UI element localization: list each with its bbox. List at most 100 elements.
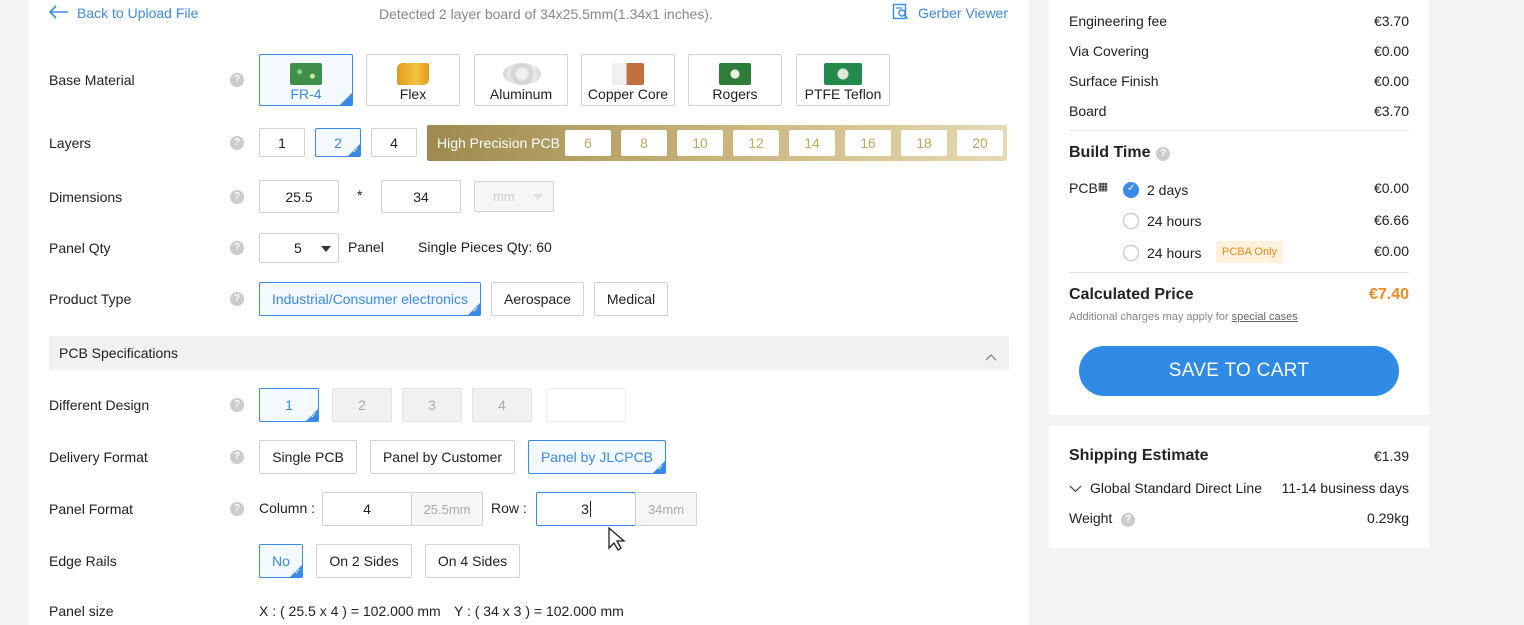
back-link[interactable]: Back to Upload File <box>48 4 199 22</box>
shipping-days: 11-14 business days <box>1281 480 1409 496</box>
material-ptfe-teflon[interactable]: PTFE Teflon <box>796 54 890 106</box>
option-label: Panel by JLCPCB <box>540 449 654 465</box>
build-option-price: €0.00 <box>1373 180 1409 196</box>
shipping-value: €1.39 <box>1373 448 1409 464</box>
material-label: PTFE Teflon <box>804 86 882 102</box>
calculated-price-value: €7.40 <box>1368 286 1409 303</box>
help-icon[interactable]: ? <box>230 241 244 255</box>
delivery-single-pcb[interactable]: Single PCB <box>259 440 357 474</box>
panel-unit-label: Panel <box>348 239 384 255</box>
special-cases-link[interactable]: special cases <box>1232 311 1298 323</box>
material-copper-core[interactable]: Copper Core <box>581 54 675 106</box>
hp-layer-12[interactable]: 12 <box>733 130 779 156</box>
unit-select[interactable]: mm <box>474 181 554 212</box>
check-icon: ✓ <box>657 463 664 472</box>
design-custom-input[interactable] <box>546 388 626 422</box>
hp-layer-10[interactable]: 10 <box>677 130 723 156</box>
design-option-1[interactable]: 1 ✓ <box>259 388 319 422</box>
product-type-aerospace[interactable]: Aerospace <box>491 282 584 316</box>
column-label: Column : <box>259 500 316 516</box>
help-icon[interactable]: ? <box>230 502 244 516</box>
check-icon: ✓ <box>352 146 359 155</box>
chevron-up-icon[interactable] <box>985 348 997 364</box>
design-option-2[interactable]: 2 <box>332 388 392 422</box>
help-icon[interactable]: ? <box>1121 513 1135 527</box>
delivery-panel-by-jlcpcb[interactable]: Panel by JLCPCB ✓ <box>528 440 666 474</box>
hp-layer-20[interactable]: 20 <box>957 130 1003 156</box>
layer-option-1[interactable]: 1 <box>259 128 305 157</box>
hp-layer-14[interactable]: 14 <box>789 130 835 156</box>
dimension-separator: * <box>357 187 363 203</box>
height-input[interactable]: 34 <box>381 180 461 213</box>
option-label: 1 <box>285 397 293 413</box>
hp-layer-18[interactable]: 18 <box>901 130 947 156</box>
material-fr4[interactable]: FR-4 <box>259 54 353 106</box>
help-icon[interactable]: ? <box>1156 147 1170 161</box>
gerber-viewer-link[interactable]: Gerber Viewer <box>892 3 1008 22</box>
hp-layer-16[interactable]: 16 <box>845 130 891 156</box>
product-type-medical[interactable]: Medical <box>594 282 668 316</box>
shipping-method: Global Standard Direct Line <box>1090 480 1262 496</box>
pcb-specs-header[interactable]: PCB Specifications <box>49 336 1009 370</box>
material-label: Rogers <box>712 86 758 102</box>
help-icon[interactable]: ? <box>230 292 244 306</box>
design-option-4[interactable]: 4 <box>472 388 532 422</box>
price-row-label: Board <box>1069 103 1107 119</box>
help-icon[interactable]: ? <box>230 190 244 204</box>
mouse-cursor-icon <box>606 526 628 555</box>
quote-form: Back to Upload File Detected 2 layer boa… <box>29 0 1029 625</box>
material-rogers[interactable]: Rogers <box>688 54 782 106</box>
edge-rails-4-sides[interactable]: On 4 Sides <box>425 544 520 578</box>
weight-value: 0.29kg <box>1366 510 1409 526</box>
divider <box>1069 130 1409 131</box>
fr4-board-icon <box>290 63 322 85</box>
layer-option-4[interactable]: 4 <box>371 128 417 157</box>
column-input[interactable]: 4 <box>322 492 412 526</box>
build-option-radio[interactable] <box>1123 182 1139 198</box>
panel-qty-value: 5 <box>294 240 302 256</box>
price-row: Engineering fee €3.70 <box>1069 13 1409 29</box>
panel-qty-select[interactable]: 5 <box>259 233 339 263</box>
dimensions-label: Dimensions <box>49 189 123 205</box>
build-option-label: 2 days <box>1147 182 1189 198</box>
pcba-only-badge: PCBA Only <box>1216 241 1284 263</box>
row-input-value: 3 <box>581 501 589 517</box>
save-to-cart-button[interactable]: SAVE TO CART <box>1079 346 1399 396</box>
product-type-industrial[interactable]: Industrial/Consumer electronics ✓ <box>259 282 481 316</box>
edge-rails-2-sides[interactable]: On 2 Sides <box>316 544 412 578</box>
note-text: Additional charges may apply for <box>1069 311 1232 323</box>
edge-rails-no[interactable]: No ✓ <box>259 544 303 578</box>
material-flex[interactable]: Flex <box>366 54 460 106</box>
pcb-label-text: PCB <box>1069 180 1098 196</box>
weight-label: Weight <box>1069 510 1113 526</box>
help-icon[interactable]: ? <box>230 398 244 412</box>
row-input[interactable]: 3 <box>536 492 636 526</box>
chevron-down-icon <box>1069 480 1082 496</box>
delivery-panel-by-customer[interactable]: Panel by Customer <box>370 440 515 474</box>
material-aluminum[interactable]: Aluminum <box>474 54 568 106</box>
hp-layer-8[interactable]: 8 <box>621 130 667 156</box>
build-option-price: €0.00 <box>1373 243 1409 259</box>
material-label: Copper Core <box>587 86 669 102</box>
divider <box>1069 272 1409 273</box>
layer-option-2[interactable]: 2 ✓ <box>315 128 361 157</box>
design-option-3[interactable]: 3 <box>402 388 462 422</box>
column-size: 25.5mm <box>411 492 483 526</box>
rogers-board-icon <box>719 63 751 85</box>
build-option-radio[interactable] <box>1123 245 1139 261</box>
price-row-value: €3.70 <box>1373 103 1409 119</box>
help-icon[interactable]: ? <box>230 136 244 150</box>
build-option-radio[interactable] <box>1123 213 1139 229</box>
product-type-label: Product Type <box>49 291 132 307</box>
help-icon[interactable]: ? <box>230 450 244 464</box>
price-row-value: €0.00 <box>1373 73 1409 89</box>
shipping-method-toggle[interactable]: Global Standard Direct Line <box>1069 480 1262 496</box>
help-icon[interactable]: ? <box>230 73 244 87</box>
width-input[interactable]: 25.5 <box>259 180 339 213</box>
option-label: No <box>272 553 290 569</box>
panel-qty-label: Panel Qty <box>49 240 111 256</box>
hp-layer-6[interactable]: 6 <box>565 130 611 156</box>
back-label: Back to Upload File <box>77 5 199 21</box>
ptfe-board-icon <box>824 63 862 85</box>
price-row: Via Covering €0.00 <box>1069 43 1409 59</box>
